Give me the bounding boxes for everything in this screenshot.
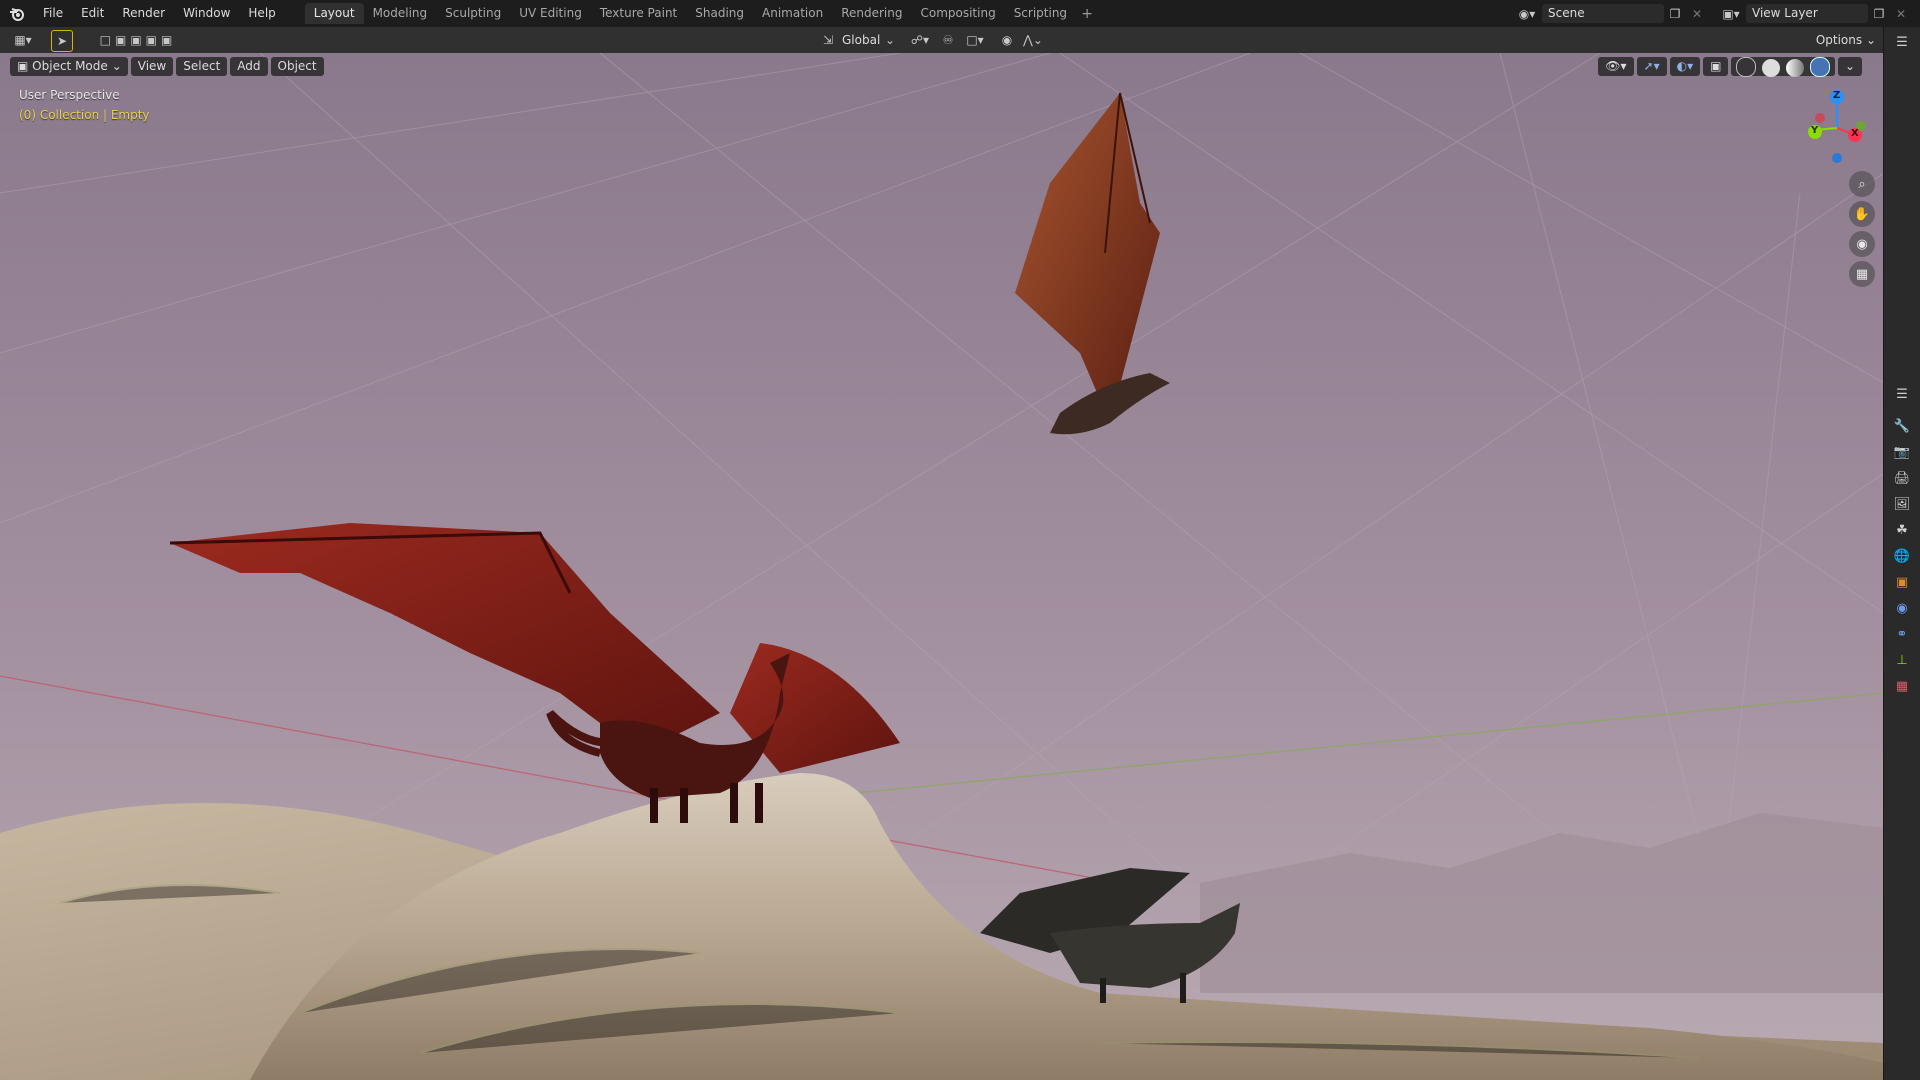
mode-dropdown[interactable]: ▣ Object Mode ⌄: [10, 56, 128, 76]
navigation-gizmo[interactable]: Z X Y: [1795, 88, 1875, 168]
viewport-shading-controls: 👁▾ ➚▾ ◐▾ ▣ ⌄: [1595, 56, 1884, 77]
object-data-properties-icon[interactable]: ⊥: [1889, 649, 1915, 671]
scene-render: [0, 53, 1884, 1080]
texture-properties-icon[interactable]: ▦: [1889, 675, 1915, 697]
viewport-header: ▣ Object Mode ⌄ View Select Add Object 👁…: [0, 53, 1884, 79]
outliner-icon[interactable]: ☰: [1889, 31, 1915, 53]
select-mode-icons[interactable]: □▣▣▣▣: [92, 31, 184, 49]
menu-file[interactable]: File: [34, 0, 72, 27]
gizmo-z-label: Z: [1833, 90, 1841, 101]
scene-field[interactable]: Scene: [1542, 4, 1664, 23]
tab-layout[interactable]: Layout: [304, 3, 364, 24]
snap-icon[interactable]: ♾: [938, 31, 958, 49]
options-label: Options: [1815, 33, 1863, 47]
view-layer-icon[interactable]: ▣▾: [1716, 7, 1746, 21]
blender-logo-icon[interactable]: [0, 0, 34, 27]
tab-sculpting[interactable]: Sculpting: [436, 3, 510, 24]
solid-shading-icon[interactable]: [1762, 58, 1781, 77]
proportional-edit-icon[interactable]: ◉: [998, 31, 1016, 49]
zoom-icon[interactable]: ⌕: [1849, 171, 1875, 197]
menu-render[interactable]: Render: [113, 0, 174, 27]
shading-options-icon[interactable]: ⌄: [1837, 56, 1862, 76]
editor-type-icon[interactable]: ▦▾: [10, 31, 36, 49]
tab-texture-paint[interactable]: Texture Paint: [591, 3, 686, 24]
material-shading-icon[interactable]: [1786, 58, 1805, 77]
select-menu[interactable]: Select: [176, 56, 228, 76]
camera-icon[interactable]: ◉: [1849, 231, 1875, 257]
xray-toggle-icon[interactable]: ▣: [1703, 56, 1729, 76]
gizmo-x-label: X: [1851, 128, 1859, 139]
tab-rendering[interactable]: Rendering: [832, 3, 911, 24]
visibility-icon[interactable]: 👁▾: [1598, 56, 1634, 76]
delete-view-layer-icon[interactable]: ✕: [1890, 7, 1912, 21]
3d-viewport[interactable]: [0, 53, 1884, 1080]
scene-icon[interactable]: ◉▾: [1512, 7, 1542, 21]
top-bar: File Edit Render Window Help Layout Mode…: [0, 0, 1920, 27]
chevron-down-icon: ⌄: [111, 58, 122, 73]
scene-properties-icon[interactable]: ☘: [1889, 519, 1915, 541]
options-dropdown[interactable]: Options ⌄: [1816, 31, 1876, 49]
menu-help[interactable]: Help: [239, 0, 284, 27]
add-workspace-icon[interactable]: +: [1076, 6, 1098, 22]
gizmo-y-label: Y: [1811, 125, 1819, 136]
transform-orientation-icon: ⇲: [822, 33, 834, 47]
object-mode-icon: ▣: [17, 58, 29, 73]
menu-window[interactable]: Window: [174, 0, 239, 27]
tab-scripting[interactable]: Scripting: [1005, 3, 1076, 24]
tab-compositing[interactable]: Compositing: [911, 3, 1004, 24]
mode-label: Object Mode: [32, 58, 108, 73]
render-properties-icon[interactable]: 📷: [1889, 441, 1915, 463]
view-menu[interactable]: View: [130, 56, 174, 76]
tool-properties-icon[interactable]: 🔧: [1889, 415, 1915, 437]
new-scene-icon[interactable]: ❐: [1664, 7, 1686, 21]
tab-modeling[interactable]: Modeling: [364, 3, 437, 24]
menu-edit[interactable]: Edit: [72, 0, 113, 27]
scene-selectors: ◉▾ Scene ❐ ✕ ▣▾ View Layer ❐ ✕: [1512, 0, 1920, 27]
view-perspective-label: User Perspective: [19, 88, 120, 102]
select-tool-icon[interactable]: ➤: [51, 30, 73, 52]
grid-persp-icon[interactable]: ▦: [1849, 261, 1875, 287]
shading-mode-buttons[interactable]: [1731, 56, 1835, 77]
pivot-point-icon[interactable]: ☍▾: [905, 31, 935, 49]
constraint-properties-icon[interactable]: ⚭: [1889, 623, 1915, 645]
active-collection-label: (0) Collection | Empty: [19, 108, 150, 122]
object-menu[interactable]: Object: [270, 56, 324, 76]
snap-target-icon[interactable]: □▾: [960, 31, 990, 49]
overlay-toggle-icon[interactable]: ◐▾: [1669, 56, 1701, 76]
tab-uv-editing[interactable]: UV Editing: [510, 3, 591, 24]
physics-properties-icon[interactable]: ◉: [1889, 597, 1915, 619]
new-view-layer-icon[interactable]: ❐: [1868, 7, 1890, 21]
tool-header: ▦▾ ➤ □▣▣▣▣ ⇲ Global ⌄ ☍▾ ♾ □▾ ◉ ⋀⌄ Optio…: [0, 27, 1884, 53]
object-properties-icon[interactable]: ▣: [1889, 571, 1915, 593]
wireframe-shading-icon[interactable]: [1736, 56, 1757, 77]
tab-shading[interactable]: Shading: [686, 3, 753, 24]
gizmo-toggle-icon[interactable]: ➚▾: [1636, 56, 1667, 76]
view-layer-field[interactable]: View Layer: [1746, 4, 1868, 23]
view-layer-properties-icon[interactable]: 🖼: [1889, 493, 1915, 515]
chevron-down-icon: ⌄: [884, 33, 896, 47]
properties-editor-icon[interactable]: ☰: [1889, 383, 1915, 405]
world-properties-icon[interactable]: 🌐: [1889, 545, 1915, 567]
transform-orientation-dropdown[interactable]: Global: [842, 31, 880, 49]
output-properties-icon[interactable]: 🖨: [1889, 467, 1915, 489]
falloff-icon[interactable]: ⋀⌄: [1018, 31, 1048, 49]
add-menu[interactable]: Add: [230, 56, 268, 76]
properties-tab-strip: ☰ ☰ 🔧 📷 🖨 🖼 ☘ 🌐 ▣ ◉ ⚭ ⊥ ▦: [1883, 27, 1920, 1080]
hand-pan-icon[interactable]: ✋: [1849, 201, 1875, 227]
rendered-shading-icon[interactable]: [1809, 56, 1830, 77]
tab-animation[interactable]: Animation: [753, 3, 832, 24]
delete-scene-icon[interactable]: ✕: [1686, 7, 1708, 21]
workspace-tabs: Layout Modeling Sculpting UV Editing Tex…: [304, 0, 1098, 27]
